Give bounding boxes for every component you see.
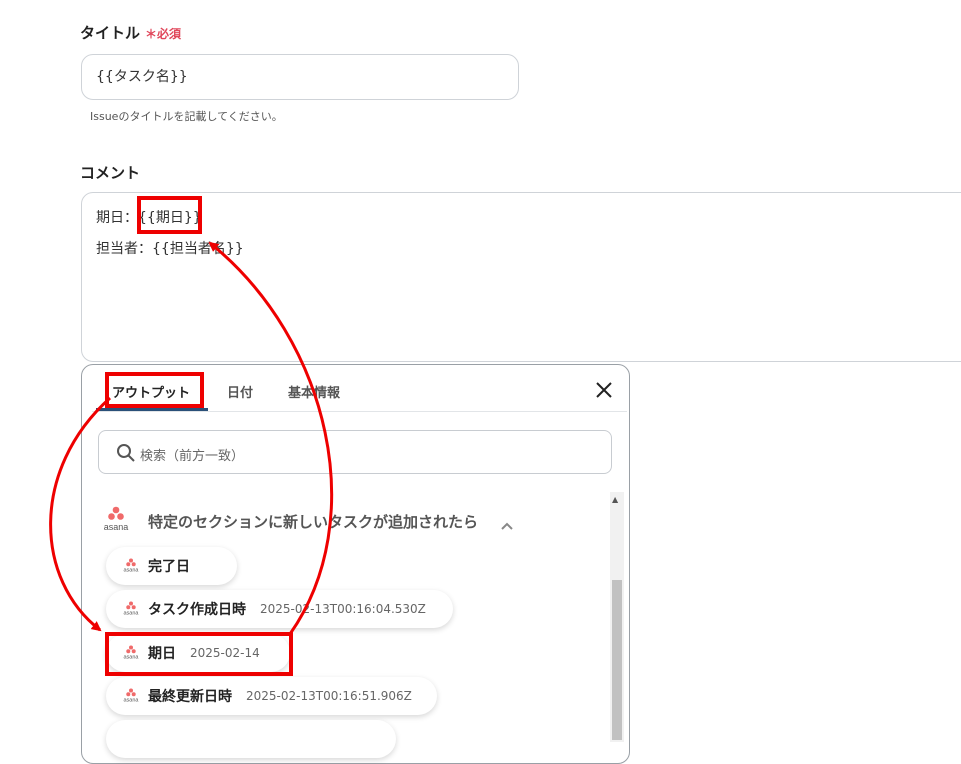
arrow-tab-to-chip: [49, 396, 112, 632]
arrow-chip-to-variable: [208, 241, 334, 635]
annotation-arrows: [49, 241, 334, 635]
